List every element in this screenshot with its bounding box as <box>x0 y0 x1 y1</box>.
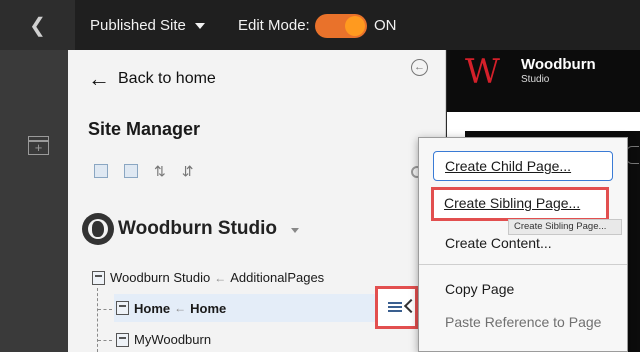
tree-root-site: Woodburn Studio <box>110 270 211 285</box>
tree-root-page: AdditionalPages <box>230 270 325 285</box>
site-toolbar: ⇅ ⇵ <box>94 164 193 178</box>
menu-item-label: Create Child Page... <box>445 158 572 174</box>
move-up-icon[interactable]: ⇅ <box>154 164 166 178</box>
add-panel-icon[interactable]: + <box>28 136 49 155</box>
page-icon <box>116 301 129 315</box>
site-caret-icon <box>291 228 299 233</box>
paste-reference-item[interactable]: Paste Reference to Page <box>445 314 601 330</box>
site-map-icon[interactable] <box>94 164 108 178</box>
edit-mode-state: ON <box>374 16 397 34</box>
move-down-icon[interactable]: ⇵ <box>182 164 194 178</box>
arrow-left-icon: ← <box>88 66 110 91</box>
page-actions-button[interactable] <box>375 286 419 329</box>
tree-connector <box>97 288 98 352</box>
create-child-page-item[interactable]: Create Child Page... <box>433 151 613 181</box>
left-rail: + <box>0 50 68 352</box>
site-selector[interactable]: Woodburn Studio <box>82 213 299 245</box>
mywoodburn-label: MyWoodburn <box>134 332 212 347</box>
published-site-dropdown[interactable]: Published Site <box>90 0 205 50</box>
back-to-home-link[interactable]: ← Back to home <box>88 66 216 91</box>
home-label: Home <box>134 300 171 316</box>
toggle-knob <box>345 16 365 36</box>
panel-title: Site Manager <box>88 119 201 139</box>
create-content-item[interactable]: Create Content... <box>445 235 552 251</box>
brand-logo: W <box>465 52 500 92</box>
brand-subtitle: Studio <box>521 74 550 85</box>
chevron-left-icon: ❮ <box>29 14 46 37</box>
site-name: Woodburn Studio <box>118 218 277 239</box>
screen: ❮ Published Site Edit Mode: ON + ← Back … <box>0 0 640 352</box>
caret-down-icon <box>194 23 205 29</box>
home-target: Home <box>190 300 227 316</box>
back-to-home-label: Back to home <box>118 70 216 87</box>
hamburger-icon <box>388 302 402 312</box>
page-properties-icon[interactable] <box>124 164 138 178</box>
tree-connector <box>98 340 112 341</box>
menu-divider <box>419 264 627 265</box>
published-site-label: Published Site <box>90 16 186 34</box>
globe-icon <box>82 213 114 245</box>
reference-arrow-icon: ← <box>174 301 187 315</box>
collapse-panel-icon[interactable]: ← <box>411 59 428 76</box>
brand-title: Woodburn <box>521 56 596 73</box>
reference-arrow-icon: ← <box>214 270 227 285</box>
chevron-left-icon <box>403 298 419 314</box>
tree-item-mywoodburn[interactable]: MyWoodburn <box>116 332 211 347</box>
page-icon <box>116 332 129 347</box>
page-context-menu: Create Child Page... Create Sibling Page… <box>418 137 628 352</box>
preview-header: W Woodburn Studio <box>447 50 640 112</box>
copy-page-item[interactable]: Copy Page <box>445 281 514 297</box>
tree-connector <box>98 309 112 310</box>
edit-mode-toggle[interactable] <box>315 14 367 38</box>
top-bar: ❮ Published Site Edit Mode: ON <box>0 0 640 50</box>
edit-mode-label: Edit Mode: <box>238 16 310 34</box>
folder-page-icon <box>92 270 105 285</box>
menu-item-label: Create Sibling Page... <box>444 195 581 211</box>
tooltip: Create Sibling Page... <box>508 219 622 235</box>
create-sibling-page-item[interactable]: Create Sibling Page... <box>431 187 609 221</box>
tree-root-item[interactable]: Woodburn Studio ← AdditionalPages <box>92 270 324 285</box>
collapse-left-button[interactable]: ❮ <box>0 0 75 50</box>
site-manager-panel: ← Back to home ← Site Manager ⇅ ⇵ Woodbu… <box>68 50 446 352</box>
